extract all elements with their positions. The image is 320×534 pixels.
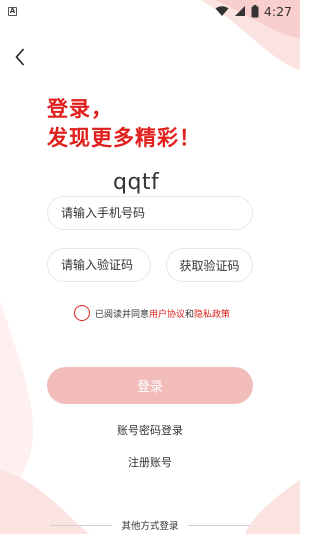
back-button[interactable]	[10, 46, 30, 68]
login-button[interactable]: 登录	[47, 367, 253, 404]
get-code-button[interactable]: 获取验证码	[166, 248, 253, 282]
signal-icon	[234, 6, 245, 16]
divider-right	[187, 524, 250, 526]
chevron-left-icon	[15, 48, 25, 66]
verification-code-input[interactable]	[61, 258, 150, 272]
register-link[interactable]: 注册账号	[0, 454, 300, 470]
headline-line-2: 发现更多精彩！	[47, 126, 201, 150]
privacy-policy-link[interactable]: 隐私政策	[194, 307, 230, 320]
divider-left	[50, 524, 113, 526]
password-login-link[interactable]: 账号密码登录	[0, 422, 300, 438]
agreement-and: 和	[185, 309, 195, 320]
clock: 4:27	[263, 3, 292, 19]
other-login-row: 其他方式登录	[0, 518, 300, 532]
code-field[interactable]	[47, 248, 151, 282]
status-bar: A 4:27	[0, 0, 300, 22]
agreement-radio[interactable]	[74, 305, 90, 321]
watermark-text: qqtf	[113, 170, 160, 195]
agreement-prefix: 已阅读并同意	[95, 309, 150, 320]
welcome-headline: 登录， 发现更多精彩！	[47, 95, 201, 153]
headline-line-1: 登录，	[47, 97, 113, 121]
battery-icon	[251, 4, 259, 17]
agreement-row: 已阅读并同意 用户协议 和 隐私政策	[74, 305, 230, 321]
other-login-label: 其他方式登录	[121, 521, 179, 532]
wifi-icon	[215, 6, 229, 16]
notification-app-icon: A	[8, 6, 17, 16]
phone-input[interactable]	[61, 206, 252, 220]
user-agreement-link[interactable]: 用户协议	[149, 307, 185, 320]
phone-field[interactable]	[47, 196, 253, 230]
